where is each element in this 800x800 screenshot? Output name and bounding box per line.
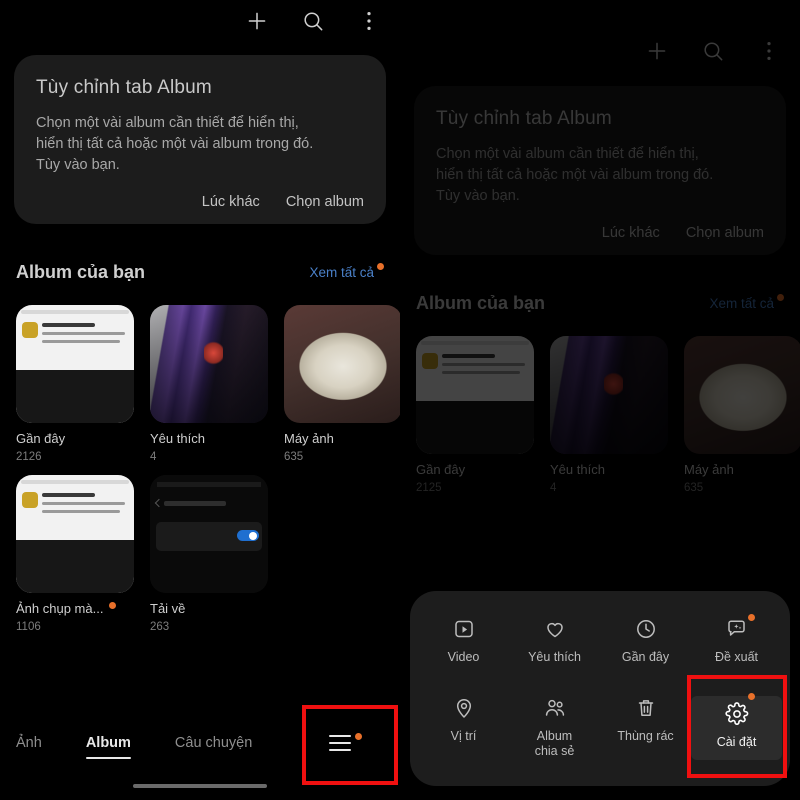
card-title: Tùy chỉnh tab Album (36, 77, 212, 98)
more-options-icon[interactable] (356, 8, 382, 34)
see-all-link[interactable]: Xem tất cả (709, 294, 784, 311)
album-card[interactable]: Yêu thích 4 (150, 305, 268, 463)
card-body: Chọn một vài album cần thiết để hiển thị… (436, 146, 714, 205)
album-card[interactable]: Máy ảnh 635 (284, 305, 400, 463)
screenshot-stage: Tùy chỉnh tab Album Chọn một vài album c… (0, 0, 800, 800)
choose-album-button[interactable]: Chọn album (286, 194, 364, 210)
album-card[interactable]: Yêu thích 4 (550, 336, 668, 494)
album-badge-dot (109, 602, 117, 609)
album-card[interactable]: Gần đây 2125 (416, 336, 534, 494)
album-thumbnail[interactable] (16, 305, 134, 423)
album-thumbnail[interactable] (16, 475, 134, 593)
sheet-item-album-chia-s[interactable]: Album chia sẻ (509, 696, 600, 760)
sheet-item-gn-y[interactable]: Gần đây (600, 617, 691, 666)
card-actions: Lúc khác Chọn album (436, 225, 764, 241)
album-name: Máy ảnh (284, 431, 334, 446)
album-count: 4 (550, 482, 557, 494)
album-count: 263 (150, 621, 170, 633)
more-options-icon[interactable] (756, 38, 782, 64)
album-card[interactable]: Gần đây 2126 (16, 305, 134, 463)
sheet-item-badge-dot (747, 614, 755, 622)
sheet-item-label: Vị trí (450, 728, 477, 743)
album-card[interactable]: Tải về 263 (150, 475, 268, 633)
album-thumbnail[interactable] (684, 336, 800, 454)
album-count: 2125 (416, 482, 442, 494)
section-title: Album của bạn (416, 293, 546, 313)
people-icon (543, 696, 567, 720)
section-title: Album của bạn (16, 262, 146, 282)
highlight-box-hamburger (302, 705, 398, 785)
search-icon[interactable] (700, 38, 726, 64)
album-name: Gần đây (416, 462, 466, 477)
left-topbar (244, 8, 382, 34)
choose-album-button[interactable]: Chọn album (686, 225, 764, 241)
album-customize-card: Tùy chỉnh tab Album Chọn một vài album c… (414, 86, 786, 256)
album-thumbnail[interactable] (284, 305, 400, 423)
album-name: Gần đây (16, 431, 66, 446)
phone-screen-left: Tùy chỉnh tab Album Chọn một vài album c… (0, 0, 400, 800)
sheet-item-label: Gần đây (621, 650, 670, 665)
sheet-item-label: Thùng rác (617, 728, 674, 743)
tab-albums[interactable]: Album (85, 735, 132, 759)
video-icon (452, 617, 476, 641)
sheet-item-yu-thch[interactable]: Yêu thích (509, 617, 600, 666)
right-topbar (644, 38, 782, 64)
album-grid-left: Gần đây 2126 Yêu thích 4 Máy ảnh 635 Ảnh chụp … (16, 305, 400, 633)
card-actions: Lúc khác Chọn album (36, 194, 364, 210)
card-title: Tùy chỉnh tab Album (436, 108, 612, 129)
sheet-item-label: Yêu thích (528, 650, 581, 665)
sheet-item-thng-rc[interactable]: Thùng rác (600, 696, 691, 760)
sheet-item-label: Đề xuất (714, 650, 759, 665)
album-name: Yêu thích (550, 462, 605, 477)
trash-icon (634, 696, 658, 720)
tab-photos[interactable]: Ảnh (16, 735, 42, 751)
see-all-badge-dot (777, 294, 784, 301)
album-count: 2126 (16, 451, 42, 463)
your-albums-header: Album của bạn Xem tất cả (416, 293, 784, 314)
album-thumbnail[interactable] (150, 305, 268, 423)
album-name: Tải về (150, 601, 186, 616)
tab-stories[interactable]: Câu chuyện (175, 735, 252, 751)
album-thumbnail[interactable] (416, 336, 534, 454)
later-button[interactable]: Lúc khác (602, 225, 660, 241)
album-grid-right: Gần đây 2125 Yêu thích 4 Máy ảnh 635 (416, 336, 800, 494)
album-name: Ảnh chụp mà... (16, 601, 117, 616)
location-pin-icon (452, 696, 476, 720)
album-count: 4 (150, 451, 157, 463)
phone-screen-right: Tùy chỉnh tab Album Chọn một vài album c… (400, 0, 800, 800)
see-all-label: Xem tất cả (309, 265, 374, 280)
add-album-icon[interactable] (244, 8, 270, 34)
search-icon[interactable] (300, 8, 326, 34)
see-all-badge-dot (377, 263, 384, 270)
add-album-icon[interactable] (644, 38, 670, 64)
album-customize-card: Tùy chỉnh tab Album Chọn một vài album c… (14, 55, 386, 225)
sheet-item-v-tr[interactable]: Vị trí (418, 696, 509, 760)
album-name: Yêu thích (150, 431, 205, 446)
album-count: 635 (284, 451, 304, 463)
album-name: Máy ảnh (684, 462, 734, 477)
album-card[interactable]: Ảnh chụp mà... 1106 (16, 475, 134, 633)
album-count: 1106 (16, 621, 41, 633)
highlight-box-settings (687, 675, 787, 778)
album-thumbnail[interactable] (150, 475, 268, 593)
see-all-label: Xem tất cả (709, 296, 774, 311)
see-all-link[interactable]: Xem tất cả (309, 263, 384, 280)
later-button[interactable]: Lúc khác (202, 194, 260, 210)
sheet-item--xut[interactable]: Đề xuất (691, 614, 782, 666)
album-thumbnail[interactable] (550, 336, 668, 454)
home-indicator-left (133, 784, 267, 788)
card-body: Chọn một vài album cần thiết để hiển thị… (36, 115, 314, 174)
your-albums-header: Album của bạn Xem tất cả (16, 262, 384, 283)
album-count: 635 (684, 482, 704, 494)
heart-icon (543, 617, 567, 641)
sheet-item-video[interactable]: Video (418, 617, 509, 666)
bottom-tabbar-left: Ảnh Album Câu chuyện (16, 735, 252, 759)
sheet-item-label: Video (447, 650, 480, 665)
sheet-item-label: Album chia sẻ (534, 728, 575, 759)
clock-icon (634, 617, 658, 641)
sparkle-chat-icon (725, 617, 749, 641)
album-card[interactable]: Máy ảnh 635 (684, 336, 800, 494)
